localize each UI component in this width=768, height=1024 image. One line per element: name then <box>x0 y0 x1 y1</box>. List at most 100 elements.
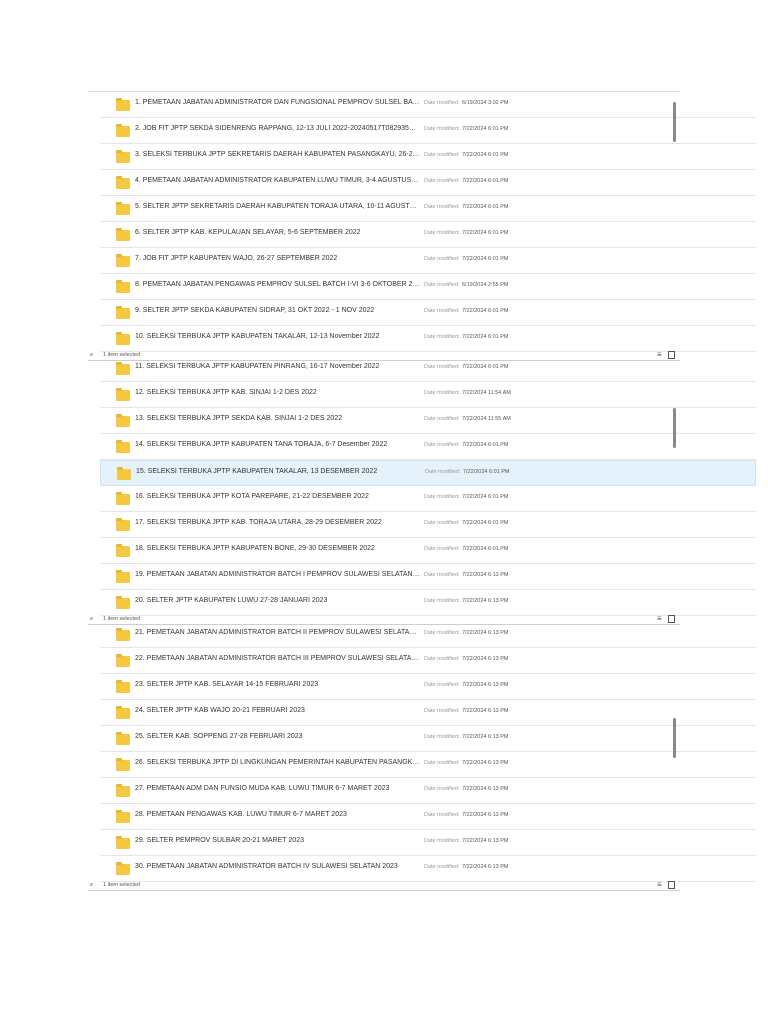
date-modified-label: Date modified: <box>424 126 460 132</box>
folder-row[interactable]: 16. SELEKSI TERBUKA JPTP KOTA PAREPARE, … <box>100 486 756 512</box>
date-modified-label: Date modified: <box>424 282 460 288</box>
folder-name: 11. SELEKSI TERBUKA JPTP KABUPATEN PINRA… <box>135 363 380 370</box>
folder-icon <box>116 862 130 875</box>
folder-row[interactable]: 12. SELEKSI TERBUKA JPTP KAB. SINJAI 1-2… <box>100 382 756 408</box>
scrollbar-thumb[interactable] <box>673 718 676 758</box>
scrollbar[interactable] <box>673 356 677 616</box>
folder-row[interactable]: 22. PEMETAAN JABATAN ADMINISTRATOR BATCH… <box>100 648 756 674</box>
date-modified-value: 7/22/2024 6:13 PM <box>462 760 509 766</box>
date-modified-value: 7/22/2024 6:01 PM <box>462 178 509 184</box>
folder-row[interactable]: 21. PEMETAAN JABATAN ADMINISTRATOR BATCH… <box>100 622 756 648</box>
folder-row[interactable]: 6. SELTER JPTP KAB. KEPULAUAN SELAYAR, 5… <box>100 222 756 248</box>
folder-name: 3. SELEKSI TERBUKA JPTP SEKRETARIS DAERA… <box>135 151 420 158</box>
folder-row[interactable]: 11. SELEKSI TERBUKA JPTP KABUPATEN PINRA… <box>100 356 756 382</box>
folder-icon <box>116 570 130 583</box>
folder-name: 6. SELTER JPTP KAB. KEPULAUAN SELAYAR, 5… <box>135 229 361 236</box>
folder-row[interactable]: 4. PEMETAAN JABATAN ADMINISTRATOR KABUPA… <box>100 170 756 196</box>
folder-name: 17. SELEKSI TERBUKA JPTP KAB. TORAJA UTA… <box>135 519 382 526</box>
folder-row[interactable]: 30. PEMETAAN JABATAN ADMINISTRATOR BATCH… <box>100 856 756 882</box>
folder-icon <box>116 732 130 745</box>
date-modified-label: Date modified: <box>424 864 460 870</box>
date-modified-value: 7/22/2024 6:13 PM <box>462 656 509 662</box>
scrollbar[interactable] <box>673 622 677 882</box>
folder-row[interactable]: 27. PEMETAAN ADM DAN FUNSIO MUDA KAB. LU… <box>100 778 756 804</box>
date-modified-label: Date modified: <box>424 682 460 688</box>
folder-row[interactable]: 2. JOB FIT JPTP SEKDA SIDENRENG RAPPANG,… <box>100 118 756 144</box>
date-modified-value: 7/22/2024 6:01 PM <box>462 152 509 158</box>
folder-name: 20. SELTER JPTP KABUPATEN LUWU 27-28 JAN… <box>135 597 328 604</box>
date-modified-value: 7/22/2024 6:01 PM <box>462 126 509 132</box>
date-modified-value: 7/22/2024 6:01 PM <box>462 364 509 370</box>
date-modified-value: 7/22/2024 6:01 PM <box>462 546 509 552</box>
folder-icon <box>116 654 130 667</box>
date-modified-value: 7/22/2024 6:13 PM <box>462 864 509 870</box>
date-modified-label: Date modified: <box>424 572 460 578</box>
scrollbar[interactable] <box>673 92 677 352</box>
folder-name: 18. SELEKSI TERBUKA JPTP KABUPATEN BONE,… <box>135 545 375 552</box>
folder-icon <box>116 306 130 319</box>
folder-name: 12. SELEKSI TERBUKA JPTP KAB. SINJAI 1-2… <box>135 389 317 396</box>
folder-icon <box>116 518 130 531</box>
status-bar: s 1 item selected ≡ <box>88 880 680 891</box>
folder-name: 4. PEMETAAN JABATAN ADMINISTRATOR KABUPA… <box>135 177 420 184</box>
folder-row[interactable]: 24. SELTER JPTP KAB WAJO 20-21 FEBRUARI … <box>100 700 756 726</box>
date-modified-label: Date modified: <box>424 812 460 818</box>
folder-icon <box>116 836 130 849</box>
folder-name: 21. PEMETAAN JABATAN ADMINISTRATOR BATCH… <box>135 629 420 636</box>
date-modified-value: 7/22/2024 6:01 PM <box>462 256 509 262</box>
date-modified-label: Date modified: <box>424 416 460 422</box>
scrollbar-thumb[interactable] <box>673 102 676 142</box>
folder-row[interactable]: 19. PEMETAAN JABATAN ADMINISTRATOR BATCH… <box>100 564 756 590</box>
folder-row[interactable]: 17. SELEKSI TERBUKA JPTP KAB. TORAJA UTA… <box>100 512 756 538</box>
folder-name: 5. SELTER JPTP SEKRETARIS DAERAH KABUPAT… <box>135 203 420 210</box>
folder-row[interactable]: 10. SELEKSI TERBUKA JPTP KABUPATEN TAKAL… <box>100 326 756 352</box>
folder-row[interactable]: 8. PEMETAAN JABATAN PENGAWAS PEMPROV SUL… <box>100 274 756 300</box>
folder-icon <box>116 680 130 693</box>
date-modified-label: Date modified: <box>424 546 460 552</box>
folder-row[interactable]: 29. SELTER PEMPROV SULBAR 20-21 MARET 20… <box>100 830 756 856</box>
folder-icon <box>116 758 130 771</box>
status-prefix: s <box>90 882 93 888</box>
folder-name: 25. SELTER KAB. SOPPENG 27-28 FEBRUARI 2… <box>135 733 303 740</box>
date-modified-label: Date modified: <box>424 520 460 526</box>
date-modified-label: Date modified: <box>424 364 460 370</box>
folder-icon <box>116 254 130 267</box>
folder-icon <box>116 810 130 823</box>
folder-row[interactable]: 20. SELTER JPTP KABUPATEN LUWU 27-28 JAN… <box>100 590 756 616</box>
folder-row[interactable]: 25. SELTER KAB. SOPPENG 27-28 FEBRUARI 2… <box>100 726 756 752</box>
folder-icon <box>116 98 130 111</box>
folder-row[interactable]: 18. SELEKSI TERBUKA JPTP KABUPATEN BONE,… <box>100 538 756 564</box>
folder-row[interactable]: 3. SELEKSI TERBUKA JPTP SEKRETARIS DAERA… <box>100 144 756 170</box>
scrollbar-thumb[interactable] <box>673 408 676 448</box>
folder-row[interactable]: 7. JOB FIT JPTP KABUPATEN WAJO, 26-27 SE… <box>100 248 756 274</box>
folder-name: 29. SELTER PEMPROV SULBAR 20-21 MARET 20… <box>135 837 304 844</box>
file-list-panel: 1. PEMETAAN JABATAN ADMINISTRATOR DAN FU… <box>88 92 756 364</box>
date-modified-value: 7/22/2024 6:01 PM <box>462 204 509 210</box>
details-view-icon[interactable]: ≡ <box>657 880 662 889</box>
folder-row[interactable]: 14. SELEKSI TERBUKA JPTP KABUPATEN TANA … <box>100 434 756 460</box>
folder-icon <box>116 332 130 345</box>
date-modified-label: Date modified: <box>424 598 460 604</box>
folder-row[interactable]: 28. PEMETAAN PENGAWAS KAB. LUWU TIMUR 6-… <box>100 804 756 830</box>
folder-row[interactable]: 5. SELTER JPTP SEKRETARIS DAERAH KABUPAT… <box>100 196 756 222</box>
date-modified-value: 7/22/2024 6:13 PM <box>462 838 509 844</box>
date-modified-value: 7/22/2024 6:13 PM <box>462 708 509 714</box>
date-modified-label: Date modified: <box>424 786 460 792</box>
folder-row[interactable]: 1. PEMETAAN JABATAN ADMINISTRATOR DAN FU… <box>100 92 756 118</box>
date-modified-value: 7/22/2024 6:01 PM <box>462 442 509 448</box>
date-modified-value: 6/19/2024 2:55 PM <box>462 282 509 288</box>
date-modified-value: 7/22/2024 6:01 PM <box>462 520 509 526</box>
date-modified-label: Date modified: <box>424 708 460 714</box>
date-modified-label: Date modified: <box>425 469 461 475</box>
folder-row[interactable]: 13. SELEKSI TERBUKA JPTP SEKDA KAB. SINJ… <box>100 408 756 434</box>
folder-row[interactable]: 9. SELTER JPTP SEKDA KABUPATEN SIDRAP, 3… <box>100 300 756 326</box>
folder-name: 2. JOB FIT JPTP SEKDA SIDENRENG RAPPANG,… <box>135 125 420 132</box>
folder-icon <box>116 362 130 375</box>
tiles-view-icon[interactable] <box>668 881 675 889</box>
date-modified-label: Date modified: <box>424 838 460 844</box>
folder-row[interactable]: 26. SELEKSI TERBUKA JPTP DI LINGKUNGAN P… <box>100 752 756 778</box>
folder-row[interactable]: 23. SELTER JPTP KAB. SELAYAR 14-15 FEBRU… <box>100 674 756 700</box>
folder-icon <box>116 202 130 215</box>
folder-icon <box>116 228 130 241</box>
folder-row[interactable]: 15. SELEKSI TERBUKA JPTP KABUPATEN TAKAL… <box>100 460 756 486</box>
